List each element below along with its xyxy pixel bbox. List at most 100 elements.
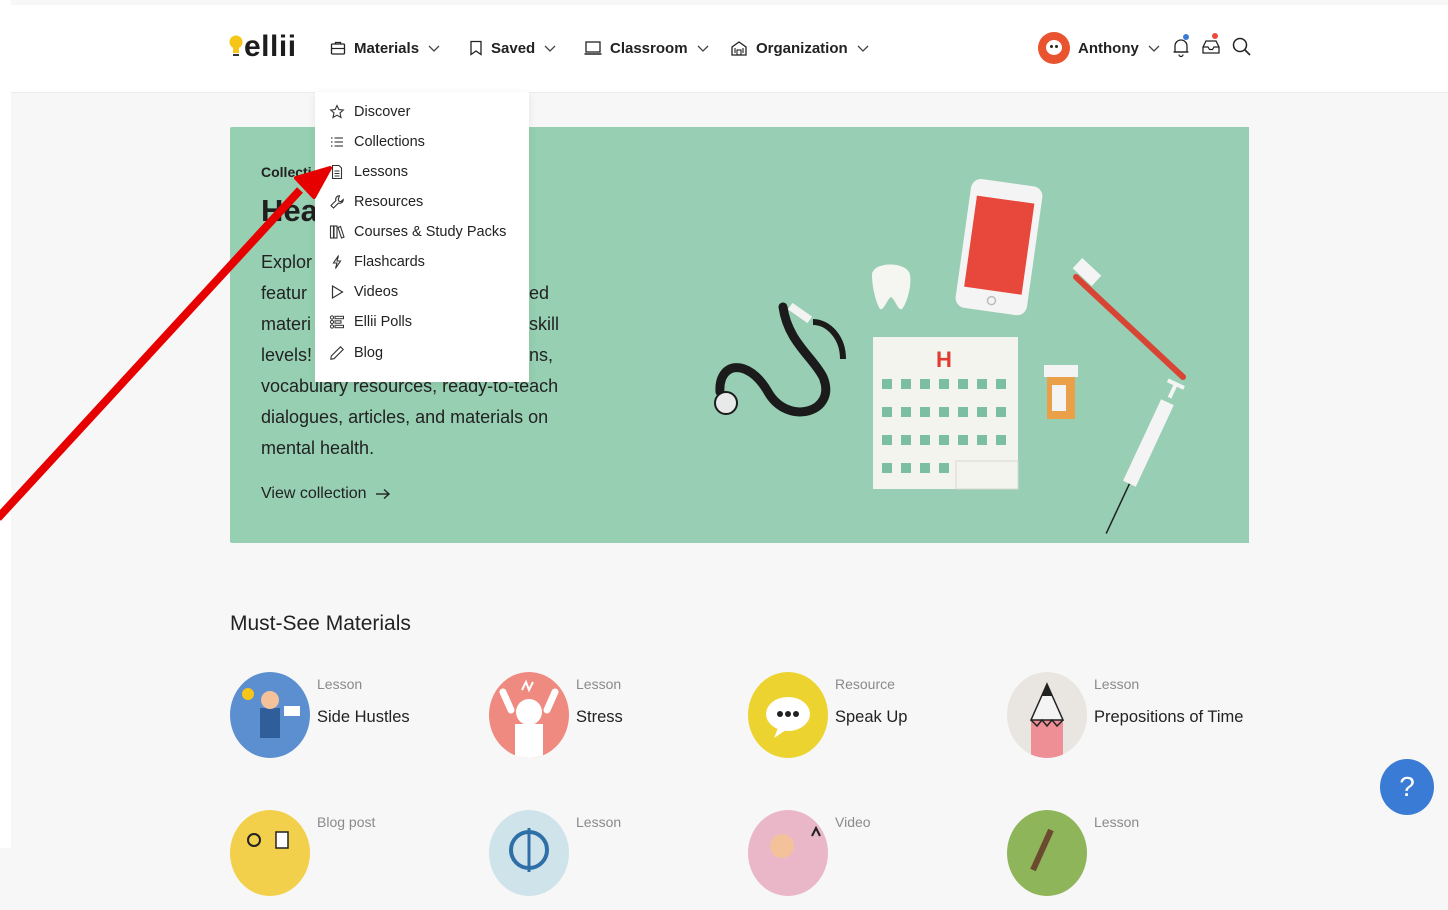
phone-illustration [955,179,1043,316]
menu-item-label: Flashcards [354,254,425,270]
ellii-logo[interactable]: ellii [228,30,297,64]
card-title: Speak Up [835,708,908,726]
desc-line-3: materi [261,314,312,334]
chevron-down-icon [1148,45,1160,52]
nav-materials-label: Materials [354,39,420,57]
material-card[interactable]: Blog post [230,810,470,910]
menu-item-label: Collections [354,134,425,150]
list-icon [331,137,343,147]
card-type: Lesson [1094,814,1140,830]
menu-item-label: Courses & Study Packs [354,224,507,240]
menu-item-discover[interactable]: Discover [329,100,410,124]
menu-item-ellii-polls[interactable]: Ellii Polls [329,310,412,334]
desc-line-4: levels! [261,345,313,365]
card-thumbnail [489,810,569,896]
wrench-icon [330,195,344,209]
card-thumbnail [489,672,569,758]
stethoscope-illustration [714,302,846,417]
chevron-down-icon [857,45,869,52]
arrow-right-icon [375,488,390,500]
section-title: Must-See Materials [230,612,411,635]
inbox-icon [1202,40,1220,54]
toothbrush-illustration [1072,258,1186,380]
card-type: Video [835,814,871,830]
materials-dropdown-menu: Discover Collections Lessons Resources C… [315,92,529,382]
chevron-down-icon [697,45,708,52]
menu-item-videos[interactable]: Videos [329,280,398,304]
pill-bottle-illustration [1044,365,1078,419]
collection-title: Hea [261,193,318,228]
hospital-illustration: H [873,337,1019,490]
nav-organization-label: Organization [756,39,848,57]
menu-item-label: Resources [354,194,424,210]
card-thumbnail [230,810,310,896]
health-illustration: H [638,127,1249,543]
material-card[interactable]: Lesson Stress [489,672,729,772]
card-thumbnail [1007,672,1087,758]
menu-item-blog[interactable]: Blog [329,341,383,365]
menu-item-courses-study-packs[interactable]: Courses & Study Packs [329,220,506,244]
desc-tail-2: skill [529,314,559,334]
card-thumbnail [748,672,828,758]
menu-item-flashcards[interactable]: Flashcards [329,250,425,274]
help-button[interactable]: ? [1380,759,1434,815]
desc-line-1: Explor [261,252,313,272]
material-card[interactable]: Lesson [489,810,729,910]
material-card[interactable]: Resource Speak Up [748,672,988,772]
material-card[interactable]: Video [748,810,988,910]
desc-tail-3: ns, [529,345,554,365]
nav-saved-label: Saved [491,39,536,57]
message-dot [1212,33,1218,39]
nav-organization[interactable]: Organization [730,36,870,60]
menu-item-collections[interactable]: Collections [329,130,425,154]
bolt-icon [332,255,342,269]
lightbulb-icon [229,35,243,56]
material-card[interactable]: Lesson Prepositions of Time [1007,672,1247,772]
pencil-icon [330,346,344,360]
nav-materials[interactable]: Materials [330,36,441,60]
search-button[interactable] [1231,36,1253,58]
avatar [1038,32,1070,64]
chevron-down-icon [544,45,556,52]
menu-item-label: Videos [354,284,399,300]
menu-item-label: Ellii Polls [354,314,413,330]
messages-button[interactable] [1200,33,1222,58]
card-type: Lesson [576,676,622,692]
desc-tail-1: ed [529,283,550,303]
menu-item-resources[interactable]: Resources [329,190,423,214]
view-collection-label: View collection [261,485,367,502]
search-icon [1232,37,1251,56]
notification-dot [1183,34,1189,40]
desc-line-2: featur [261,283,308,303]
material-card[interactable]: Lesson Side Hustles [230,672,470,772]
books-icon [329,225,345,239]
user-menu[interactable]: Anthony [1038,31,1161,65]
nav-saved[interactable]: Saved [469,36,557,60]
notifications-button[interactable] [1170,34,1192,58]
nav-classroom[interactable]: Classroom [584,36,710,60]
view-collection-link[interactable]: View collection [261,485,391,503]
card-thumbnail [748,810,828,896]
card-type: Lesson [576,814,622,830]
card-title: Stress [576,708,623,726]
card-title: Side Hustles [317,708,410,726]
briefcase-icon [330,41,346,55]
card-thumbnail [1007,810,1087,896]
chevron-down-icon [428,45,440,52]
desc-rest: vocabulary resources, ready-to-teach dia… [261,376,559,458]
card-type: Lesson [1094,676,1140,692]
card-title: Prepositions of Time [1094,708,1244,726]
star-icon [329,104,345,119]
user-name: Anthony [1078,39,1139,57]
menu-item-lessons[interactable]: Lessons [329,160,408,184]
logo-text: ellii [244,30,297,63]
play-icon [331,284,344,300]
hospital-sign: H [936,347,952,372]
menu-item-label: Discover [354,104,411,120]
material-card[interactable]: Lesson [1007,810,1247,910]
syringe-illustration [1105,378,1185,534]
document-icon [331,164,343,180]
bell-icon [1173,39,1189,58]
building-icon [731,41,747,56]
bookmark-icon [470,40,482,56]
